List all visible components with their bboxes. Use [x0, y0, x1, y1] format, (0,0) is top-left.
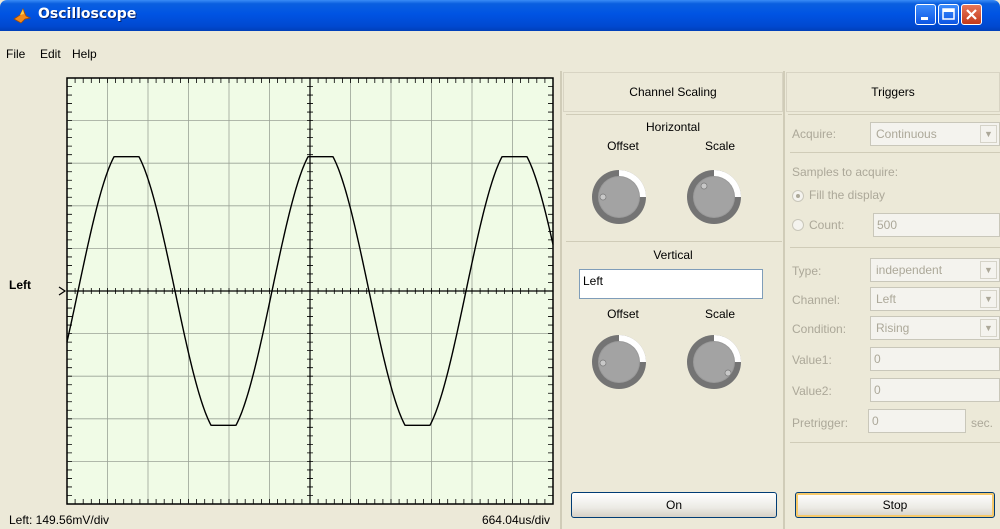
acquire-select[interactable]: Continuous ▼ [870, 122, 1000, 146]
header-separator [566, 114, 782, 115]
panel-divider [560, 71, 562, 529]
condition-select[interactable]: Rising ▼ [870, 316, 1000, 340]
type-label: Type: [792, 264, 822, 278]
acquire-value: Continuous [876, 127, 937, 141]
vertical-scale-status: Left: 149.56mV/div [9, 513, 110, 527]
on-button-label: On [665, 498, 682, 512]
vertical-scale-knob[interactable] [685, 333, 743, 391]
stop-button-label: Stop [882, 498, 908, 512]
chevron-down-icon: ▼ [980, 261, 997, 279]
triggers-divider [783, 71, 785, 529]
vertical-offset-label: Offset [607, 307, 639, 321]
maximize-icon [942, 8, 955, 20]
chevron-down-icon: ▼ [980, 125, 997, 143]
horizontal-title: Horizontal [645, 120, 701, 134]
trigger-separator [790, 442, 1000, 443]
minimize-icon [921, 17, 928, 20]
horizontal-scale-knob[interactable] [685, 168, 743, 226]
channel-trigger-label: Channel: [792, 293, 841, 307]
menu-file[interactable]: File [6, 47, 25, 61]
channel-label: Left [9, 278, 31, 292]
horizontal-scale-status: 664.04us/div [481, 513, 550, 527]
vertical-channel-field[interactable]: Left [579, 269, 763, 299]
count-radio[interactable] [792, 219, 804, 231]
scope-pane: Left Left: 149.56mV/div 664.04us/div [0, 71, 560, 529]
value1-label: Value1: [792, 353, 832, 367]
close-icon [966, 9, 977, 20]
channel-marker-icon [58, 286, 67, 296]
pretrigger-label: Pretrigger: [792, 416, 849, 430]
menu-bar: File Edit Help [0, 31, 1000, 71]
triggers-title: Triggers [871, 85, 915, 99]
vertical-scale-label: Scale [704, 307, 736, 321]
channel-scaling-header: Channel Scaling [563, 72, 783, 112]
minimize-button[interactable] [915, 4, 936, 25]
channel-trigger-value: Left [876, 292, 897, 306]
vertical-offset-knob[interactable] [590, 333, 648, 391]
vertical-title: Vertical [653, 248, 693, 262]
value1-field[interactable]: 0 [870, 347, 1000, 371]
horizontal-offset-label: Offset [607, 139, 639, 153]
pretrigger-unit: sec. [971, 416, 994, 430]
channel-scaling-title: Channel Scaling [629, 85, 717, 99]
on-button[interactable]: On [571, 492, 777, 518]
vertical-separator [566, 241, 782, 242]
window-title: Oscilloscope [38, 6, 137, 22]
pretrigger-field[interactable]: 0 [868, 409, 966, 433]
maximize-button[interactable] [938, 4, 959, 25]
count-field[interactable]: 500 [873, 213, 1000, 237]
samples-label: Samples to acquire: [792, 165, 899, 179]
horizontal-offset-knob[interactable] [590, 168, 648, 226]
condition-value: Rising [876, 321, 910, 335]
fill-display-radio[interactable] [792, 190, 804, 202]
triggers-header-separator [788, 114, 1000, 115]
matlab-app-icon [13, 8, 31, 24]
samples-separator [790, 247, 1000, 248]
acquire-label: Acquire: [792, 127, 837, 141]
horizontal-scale-label: Scale [704, 139, 736, 153]
scope-display[interactable] [0, 71, 560, 529]
type-select[interactable]: independent ▼ [870, 258, 1000, 282]
chevron-down-icon: ▼ [980, 290, 997, 308]
count-label: Count: [809, 218, 845, 232]
value2-label: Value2: [792, 384, 832, 398]
value2-field[interactable]: 0 [870, 378, 1000, 402]
menu-help[interactable]: Help [72, 47, 97, 61]
fill-display-label: Fill the display [809, 188, 886, 202]
channel-select[interactable]: Left ▼ [870, 287, 1000, 311]
title-bar[interactable]: Oscilloscope [0, 0, 1000, 31]
stop-button[interactable]: Stop [795, 492, 995, 518]
condition-label: Condition: [792, 322, 847, 336]
close-button[interactable] [961, 4, 982, 25]
triggers-header: Triggers [786, 72, 1000, 112]
chevron-down-icon: ▼ [980, 319, 997, 337]
type-value: independent [876, 263, 943, 277]
menu-edit[interactable]: Edit [40, 47, 61, 61]
acquire-separator [790, 152, 1000, 153]
